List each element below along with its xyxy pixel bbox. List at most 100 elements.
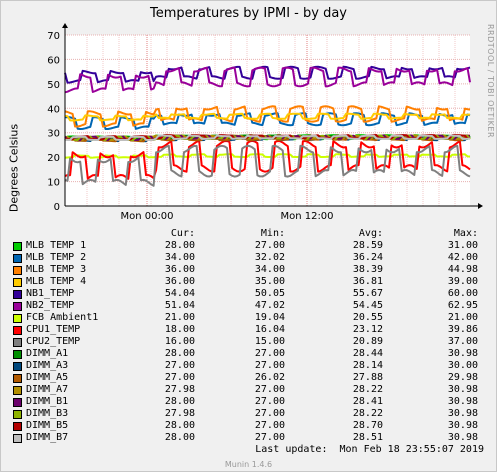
legend-row: DIMM_B5 28.00 27.00 28.70 30.98 [0, 420, 497, 432]
value-min: 27.00 [254, 420, 285, 431]
legend-swatch [13, 410, 22, 419]
value-cur: 21.00 [164, 312, 195, 323]
y-tick-label: 70 [47, 31, 60, 42]
value-avg: 28.59 [352, 240, 383, 251]
value-avg: 27.88 [352, 372, 383, 383]
legend-swatch [13, 254, 22, 263]
legend-label: MLB TEMP 1 [26, 240, 87, 251]
x-axis-arrow [478, 203, 483, 209]
value-min: 27.00 [254, 348, 285, 359]
legend-label: DIMM_B5 [26, 420, 69, 431]
value-max: 31.00 [447, 240, 478, 251]
legend-label: CPU1_TEMP [26, 324, 81, 335]
value-max: 30.98 [447, 432, 478, 443]
value-max: 44.98 [447, 264, 478, 275]
value-cur: 28.00 [164, 240, 195, 251]
x-tick-label: Mon 12:00 [280, 211, 333, 222]
value-cur: 28.00 [164, 420, 195, 431]
legend-swatch [13, 242, 22, 251]
value-avg: 20.55 [352, 312, 383, 323]
value-cur: 27.98 [164, 408, 195, 419]
last-update: Last update: Mon Feb 18 23:55:07 2019 [255, 444, 484, 455]
header-min: Min: [260, 228, 285, 239]
value-avg: 28.41 [352, 396, 383, 407]
y-tick-label: 10 [47, 178, 60, 189]
value-max: 39.86 [447, 324, 478, 335]
legend-label: CPU2_TEMP [26, 336, 81, 347]
value-avg: 38.39 [352, 264, 383, 275]
legend-label: MLB TEMP 2 [26, 252, 87, 263]
value-min: 27.00 [254, 408, 285, 419]
value-max: 30.98 [447, 396, 478, 407]
value-min: 27.00 [254, 432, 285, 443]
y-tick-label: 60 [47, 55, 60, 66]
value-avg: 28.22 [352, 384, 383, 395]
value-cur: 18.00 [164, 324, 195, 335]
header-max: Max: [453, 228, 478, 239]
value-avg: 28.22 [352, 408, 383, 419]
value-cur: 28.00 [164, 396, 195, 407]
legend-swatch [13, 290, 22, 299]
legend-row: DIMM_B7 28.00 27.00 28.51 30.98 [0, 432, 497, 444]
value-avg: 28.51 [352, 432, 383, 443]
legend-row: NB1_TEMP 54.04 50.05 55.67 60.00 [0, 288, 497, 300]
legend-label: DIMM_B3 [26, 408, 69, 419]
header-cur: Cur: [170, 228, 195, 239]
value-cur: 36.00 [164, 264, 195, 275]
y-axis-arrow [62, 23, 68, 28]
legend-swatch [13, 434, 22, 443]
header-avg: Avg: [358, 228, 383, 239]
value-avg: 28.44 [352, 348, 383, 359]
value-avg: 54.45 [352, 300, 383, 311]
value-max: 37.00 [447, 336, 478, 347]
value-cur: 34.00 [164, 252, 195, 263]
value-min: 27.00 [254, 384, 285, 395]
legend-swatch [13, 350, 22, 359]
value-max: 42.00 [447, 252, 478, 263]
legend-label: NB1_TEMP [26, 288, 75, 299]
legend-label: DIMM_A5 [26, 372, 69, 383]
value-cur: 27.00 [164, 360, 195, 371]
legend-swatch [13, 338, 22, 347]
legend-swatch [13, 314, 22, 323]
legend-row: NB2_TEMP 51.04 47.02 54.45 62.95 [0, 300, 497, 312]
value-avg: 36.24 [352, 252, 383, 263]
legend-swatch [13, 266, 22, 275]
legend-label: NB2_TEMP [26, 300, 75, 311]
value-cur: 27.98 [164, 384, 195, 395]
legend-row: MLB TEMP 4 36.00 35.00 36.81 39.00 [0, 276, 497, 288]
legend-label: DIMM_B1 [26, 396, 69, 407]
y-tick-label: 0 [54, 202, 60, 213]
legend-swatch [13, 326, 22, 335]
value-min: 47.02 [254, 300, 285, 311]
munin-version: Munin 1.4.6 [224, 460, 273, 469]
chart-plot: 0 10 20 30 40 50 60 70 Mon 00:00 Mon 12:00 [47, 23, 483, 222]
value-max: 29.98 [447, 372, 478, 383]
legend-label: MLB TEMP 3 [26, 264, 87, 275]
value-avg: 28.70 [352, 420, 383, 431]
legend-label: DIMM_B7 [26, 432, 69, 443]
legend-row: DIMM_A3 27.00 27.00 28.14 30.00 [0, 360, 497, 372]
legend-label: DIMM_A1 [26, 348, 69, 359]
legend-label: FCB Ambient1 [26, 312, 99, 323]
value-avg: 23.12 [352, 324, 383, 335]
value-min: 32.02 [254, 252, 285, 263]
x-tick-label: Mon 00:00 [120, 211, 173, 222]
value-min: 15.00 [254, 336, 285, 347]
legend-row: DIMM_B1 28.00 27.00 28.41 30.98 [0, 396, 497, 408]
value-cur: 36.00 [164, 276, 195, 287]
value-max: 62.95 [447, 300, 478, 311]
value-max: 30.00 [447, 360, 478, 371]
y-tick-label: 40 [47, 104, 60, 115]
value-min: 27.00 [254, 240, 285, 251]
value-cur: 28.00 [164, 348, 195, 359]
value-cur: 28.00 [164, 432, 195, 443]
legend-row: DIMM_A7 27.98 27.00 28.22 30.98 [0, 384, 497, 396]
value-min: 27.00 [254, 360, 285, 371]
value-avg: 36.81 [352, 276, 383, 287]
value-avg: 28.14 [352, 360, 383, 371]
value-cur: 51.04 [164, 300, 195, 311]
legend-swatch [13, 386, 22, 395]
legend-swatch [13, 422, 22, 431]
legend-label: MLB TEMP 4 [26, 276, 87, 287]
